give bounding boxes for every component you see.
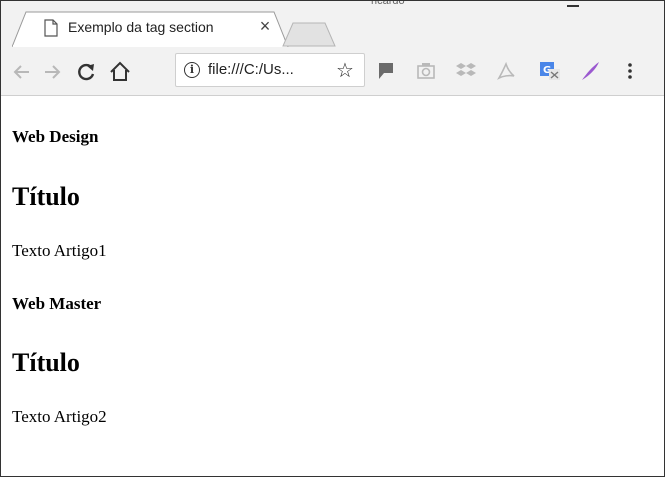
active-tab[interactable]: Exemplo da tag section × — [12, 11, 289, 47]
back-arrow-icon[interactable] — [9, 59, 35, 85]
address-bar[interactable]: i file:///C:/Us... ☆ — [175, 53, 365, 87]
tab-strip: ricardo Exemplo da tag section × — [1, 1, 664, 47]
page-content: Web Design Título Texto Artigo1 Web Mast… — [12, 96, 664, 476]
reload-icon[interactable] — [73, 59, 99, 85]
quill-icon[interactable] — [579, 61, 601, 81]
star-icon[interactable]: ☆ — [336, 58, 354, 83]
flag-icon[interactable] — [375, 61, 397, 81]
browser-window: ricardo Exemplo da tag section × i file:… — [0, 0, 665, 477]
article-title: Título — [12, 182, 80, 211]
kebab-menu-icon[interactable] — [625, 61, 635, 81]
article-text: Texto Artigo1 — [12, 241, 107, 260]
url-text[interactable]: file:///C:/Us... — [208, 61, 294, 78]
article-text: Texto Artigo2 — [12, 407, 107, 426]
acrobat-icon[interactable] — [495, 61, 517, 81]
close-tab-icon[interactable]: × — [254, 15, 276, 37]
window-title-fragment: ricardo — [371, 0, 405, 7]
page-icon — [44, 19, 58, 37]
dropbox-icon[interactable] — [455, 61, 477, 81]
new-tab-button[interactable] — [281, 21, 337, 47]
forward-arrow-icon[interactable] — [39, 59, 65, 85]
section-heading: Web Design — [12, 127, 99, 146]
section-heading: Web Master — [12, 294, 102, 313]
home-icon[interactable] — [107, 59, 133, 85]
toolbar: i file:///C:/Us... ☆ G — [1, 47, 664, 96]
article-title: Título — [12, 348, 80, 377]
info-icon[interactable]: i — [184, 62, 200, 78]
camera-icon[interactable] — [415, 61, 437, 81]
translate-icon[interactable]: G — [539, 61, 561, 81]
minimize-icon[interactable] — [567, 1, 581, 11]
tab-title: Exemplo da tag section — [68, 19, 214, 35]
